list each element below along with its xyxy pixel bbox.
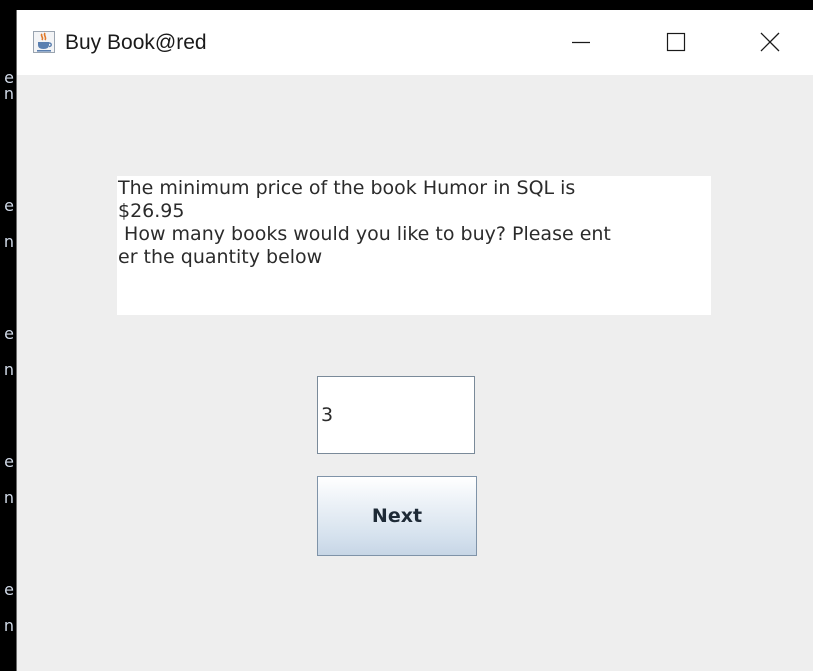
buy-book-window: Buy Book@red The minimum price of the bo… bbox=[16, 10, 813, 671]
dialog-content: The minimum price of the book Humor in S… bbox=[17, 75, 813, 671]
background-window-edge: e n e n e n e n e n bbox=[0, 0, 16, 671]
quantity-input[interactable] bbox=[317, 376, 475, 454]
edge-glyph: e bbox=[4, 580, 14, 599]
edge-glyph: n bbox=[3, 84, 15, 103]
edge-glyph: n bbox=[3, 232, 15, 251]
edge-glyph: e bbox=[4, 196, 14, 215]
maximize-button[interactable] bbox=[653, 21, 699, 63]
desktop-frame: e n e n e n e n e n Buy Book@red The min… bbox=[0, 0, 813, 671]
java-cup-icon bbox=[33, 31, 55, 53]
close-icon bbox=[760, 32, 780, 52]
close-button[interactable] bbox=[747, 21, 793, 63]
title-bar[interactable]: Buy Book@red bbox=[17, 10, 813, 75]
price-message: The minimum price of the book Humor in S… bbox=[117, 176, 711, 315]
edge-glyph: n bbox=[3, 616, 15, 635]
minimize-button[interactable] bbox=[558, 21, 604, 63]
edge-glyph: e bbox=[4, 452, 14, 471]
window-title: Buy Book@red bbox=[65, 31, 207, 54]
minimize-icon bbox=[572, 41, 590, 44]
next-button[interactable]: Next bbox=[317, 476, 477, 556]
edge-glyph: n bbox=[3, 360, 15, 379]
edge-glyph: e bbox=[4, 324, 14, 343]
maximize-icon bbox=[666, 32, 686, 52]
edge-glyph: n bbox=[3, 488, 15, 507]
